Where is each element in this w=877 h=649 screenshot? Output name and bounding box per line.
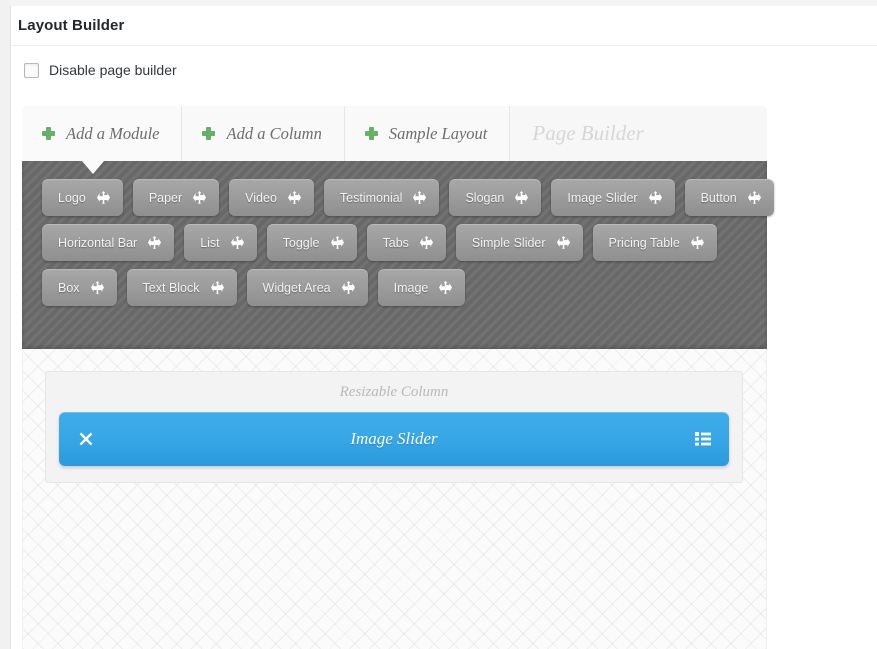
palette-module-video[interactable]: Video bbox=[229, 179, 314, 216]
resizable-column[interactable]: Resizable Column Image Slider bbox=[45, 371, 743, 483]
module-palette-row: Horizontal Bar List Toggle Tabs Simple S… bbox=[42, 224, 767, 261]
palette-module-label: Testimonial bbox=[339, 190, 403, 205]
module-palette: Logo Paper Video Testimonial Slogan Imag… bbox=[22, 161, 774, 349]
builder-heading: Page Builder bbox=[532, 121, 644, 145]
palette-module-button[interactable]: Button bbox=[684, 179, 774, 216]
plus-icon bbox=[42, 127, 55, 140]
palette-module-label: Toggle bbox=[282, 235, 320, 250]
tab-sample-layout-label: Sample Layout bbox=[388, 123, 488, 143]
palette-module-testimonial[interactable]: Testimonial bbox=[323, 179, 440, 216]
palette-module-label: Button bbox=[700, 190, 737, 205]
palette-module-label: Image bbox=[393, 280, 429, 295]
resizable-column-label: Resizable Column bbox=[339, 384, 449, 400]
move-icon bbox=[747, 191, 761, 204]
palette-module-logo[interactable]: Logo bbox=[42, 179, 123, 216]
move-icon bbox=[419, 236, 433, 249]
move-icon bbox=[690, 236, 704, 249]
palette-module-horizontal-bar[interactable]: Horizontal Bar bbox=[42, 224, 175, 261]
palette-module-widget-area[interactable]: Widget Area bbox=[246, 269, 368, 306]
palette-module-pricing-table[interactable]: Pricing Table bbox=[592, 224, 717, 261]
disable-page-builder-row: Disable page builder bbox=[11, 62, 177, 78]
module-palette-row: Box Text Block Widget Area Image bbox=[42, 269, 767, 306]
palette-module-label: Box bbox=[58, 280, 80, 295]
palette-module-label: Tabs bbox=[382, 235, 409, 250]
palette-module-list[interactable]: List bbox=[184, 224, 257, 261]
disable-page-builder-label: Disable page builder bbox=[49, 62, 177, 78]
palette-module-label: List bbox=[200, 235, 220, 250]
list-icon[interactable] bbox=[695, 432, 711, 446]
move-icon bbox=[210, 281, 224, 294]
palette-module-label: Widget Area bbox=[262, 280, 331, 295]
move-icon bbox=[439, 281, 453, 294]
palette-module-box[interactable]: Box bbox=[42, 269, 117, 306]
active-tab-notch bbox=[82, 161, 104, 174]
move-icon bbox=[648, 191, 662, 204]
palette-module-label: Text Block bbox=[142, 280, 200, 295]
move-icon bbox=[148, 236, 162, 249]
move-icon bbox=[413, 191, 427, 204]
tab-add-a-module[interactable]: Add a Module bbox=[22, 106, 183, 161]
tab-add-a-column[interactable]: Add a Column bbox=[182, 106, 345, 161]
page-title: Layout Builder bbox=[18, 17, 125, 34]
palette-module-label: Image Slider bbox=[567, 190, 638, 205]
palette-module-tabs[interactable]: Tabs bbox=[366, 224, 446, 261]
move-icon bbox=[193, 191, 207, 204]
builder-canvas[interactable]: Resizable Column Image Slider bbox=[22, 349, 767, 649]
move-icon bbox=[556, 236, 570, 249]
plus-icon bbox=[364, 127, 378, 140]
tab-add-a-module-label: Add a Module bbox=[66, 123, 160, 143]
palette-module-slogan[interactable]: Slogan bbox=[449, 179, 542, 216]
move-icon bbox=[90, 281, 104, 294]
move-icon bbox=[515, 191, 529, 204]
move-icon bbox=[341, 281, 355, 294]
builder-tabbar: Add a Module Add a Column Sample Layout … bbox=[22, 106, 767, 161]
plus-icon bbox=[202, 127, 216, 140]
close-icon[interactable] bbox=[78, 431, 94, 447]
palette-module-image-slider[interactable]: Image Slider bbox=[551, 179, 675, 216]
canvas-module-image-slider[interactable]: Image Slider bbox=[59, 412, 729, 466]
palette-module-paper[interactable]: Paper bbox=[132, 179, 220, 216]
layout-builder: Add a Module Add a Column Sample Layout … bbox=[22, 106, 774, 649]
palette-module-simple-slider[interactable]: Simple Slider bbox=[455, 224, 583, 261]
admin-left-gutter bbox=[0, 0, 11, 649]
palette-module-label: Paper bbox=[148, 190, 183, 205]
metabox-header: Layout Builder bbox=[11, 6, 877, 46]
page-root: Layout Builder Disable page builder Add … bbox=[0, 0, 877, 649]
palette-module-label: Video bbox=[245, 190, 277, 205]
move-icon bbox=[287, 191, 301, 204]
checkbox-icon[interactable] bbox=[24, 62, 39, 78]
tab-sample-layout[interactable]: Sample Layout bbox=[344, 106, 511, 161]
move-icon bbox=[330, 236, 344, 249]
move-icon bbox=[230, 236, 244, 249]
palette-module-label: Logo bbox=[58, 190, 86, 205]
palette-module-label: Horizontal Bar bbox=[58, 235, 138, 250]
module-palette-row: Logo Paper Video Testimonial Slogan Imag… bbox=[42, 179, 774, 216]
palette-module-toggle[interactable]: Toggle bbox=[266, 224, 357, 261]
palette-module-label: Simple Slider bbox=[471, 235, 546, 250]
canvas-module-label: Image Slider bbox=[350, 429, 438, 448]
palette-module-label: Slogan bbox=[465, 190, 505, 205]
tab-add-a-column-label: Add a Column bbox=[226, 123, 322, 143]
palette-module-text-block[interactable]: Text Block bbox=[126, 269, 237, 306]
palette-module-image[interactable]: Image bbox=[377, 269, 466, 306]
move-icon bbox=[96, 191, 110, 204]
palette-module-label: Pricing Table bbox=[608, 235, 680, 250]
